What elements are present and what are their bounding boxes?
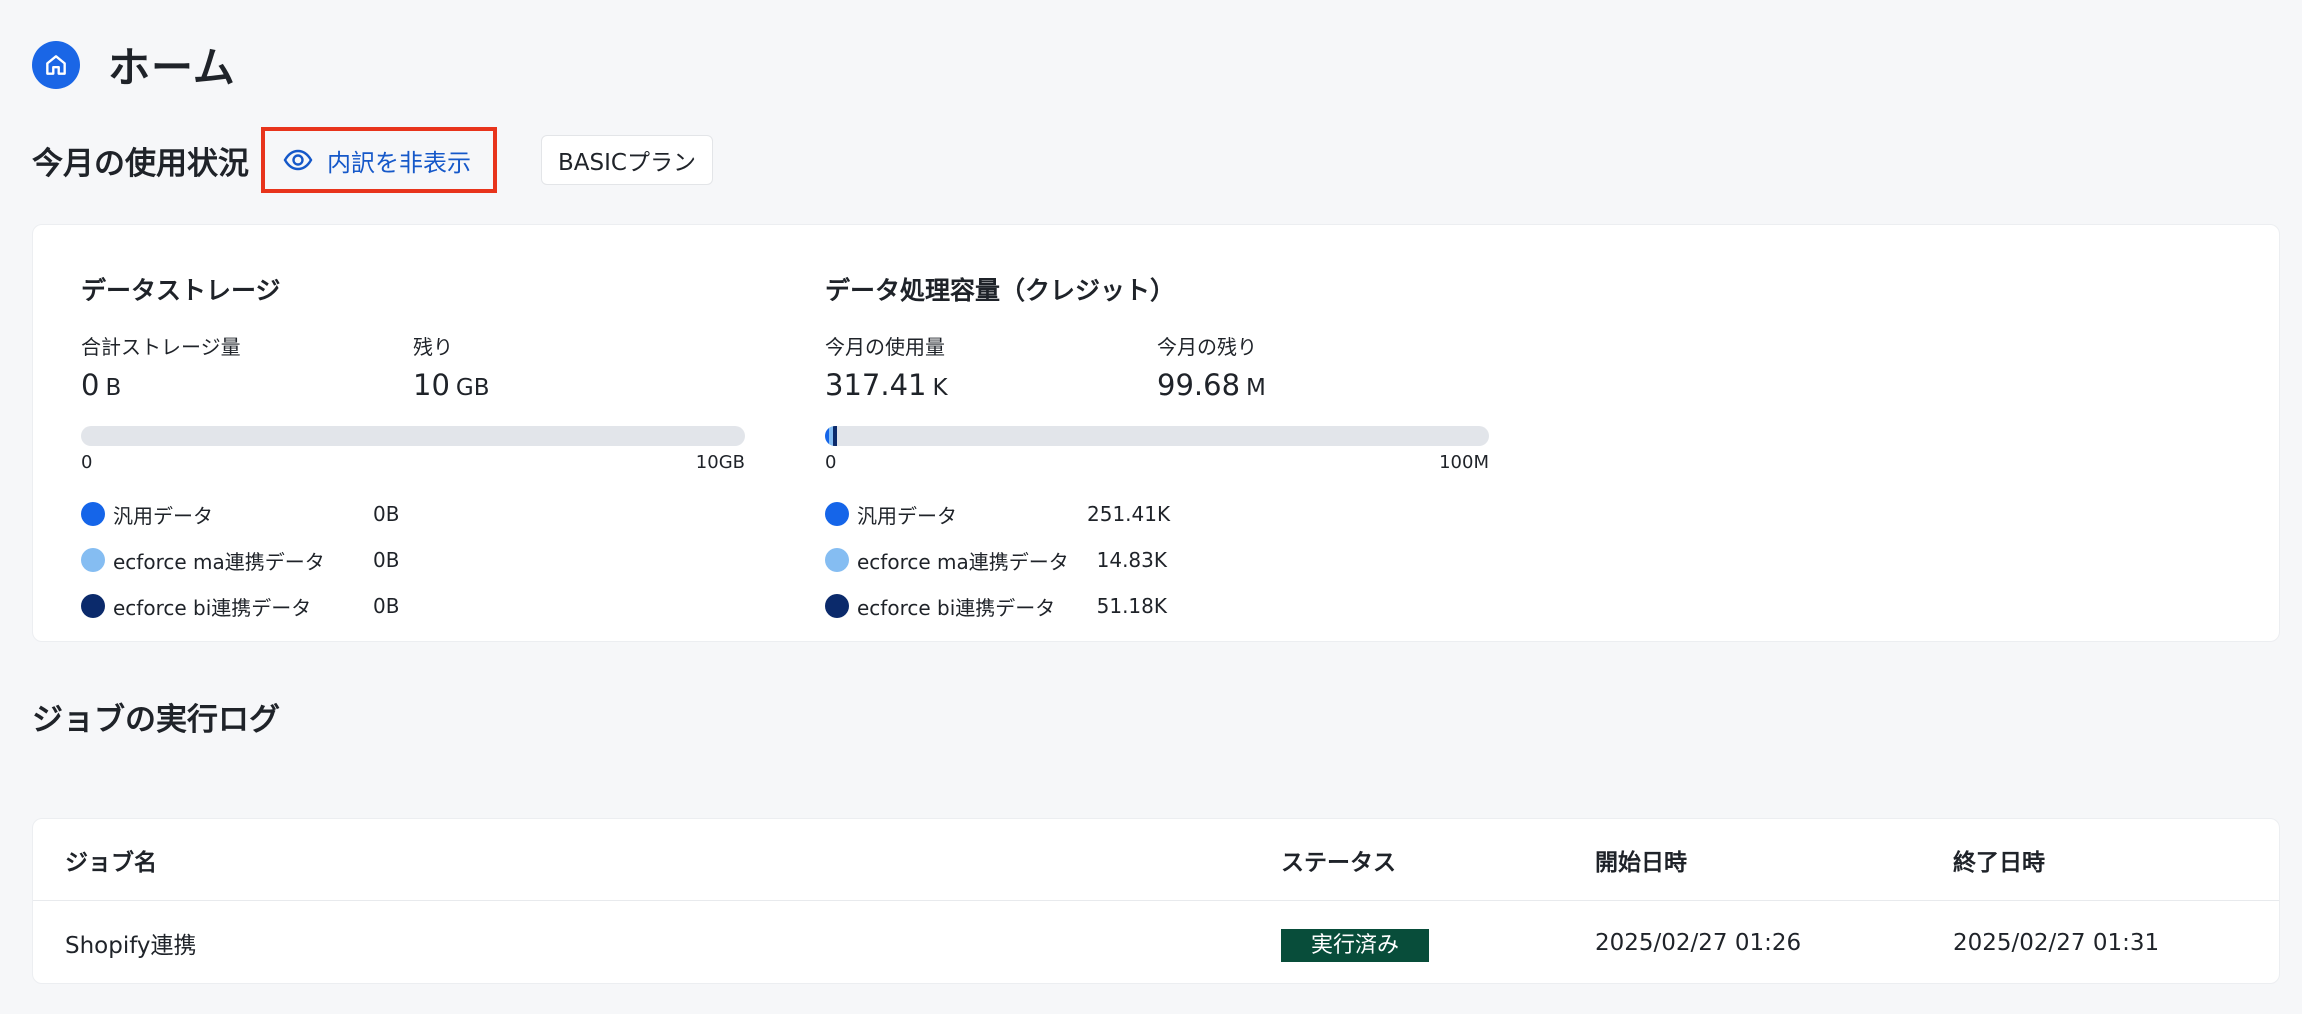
usage-section-title: 今月の使用状況 xyxy=(32,145,249,182)
column-header-end: 終了日時 xyxy=(1953,849,2045,876)
eye-icon xyxy=(283,149,313,171)
ma-data-dot xyxy=(81,548,105,572)
job-name-cell: Shopify連携 xyxy=(65,933,197,959)
storage-scale-min: 0 xyxy=(81,452,93,473)
bi-data-segment xyxy=(833,426,837,446)
ma-data-dot xyxy=(825,548,849,572)
end-time-cell: 2025/02/27 01:31 xyxy=(1953,930,2160,956)
storage-usage-bar xyxy=(81,426,745,446)
credit-usage-bar xyxy=(825,426,1489,446)
start-time-cell: 2025/02/27 01:26 xyxy=(1595,930,1802,956)
column-header-job-name: ジョブ名 xyxy=(65,849,157,876)
bi-data-dot xyxy=(81,594,105,618)
legend-label: 汎用データ xyxy=(113,503,213,528)
column-header-status: ステータス xyxy=(1281,849,1396,876)
credit-metric: データ処理容量（クレジット） 今月の使用量 317.41 K 今月の残り 99.6… xyxy=(825,271,1489,629)
storage-legend: 汎用データ 0B ecforce ma連携データ 0B ecforce bi連携… xyxy=(81,491,745,629)
legend-item: ecforce ma連携データ 14.83K xyxy=(825,537,1489,583)
legend-value: 0B xyxy=(373,548,400,572)
storage-total-value: 0B xyxy=(81,368,122,402)
usage-header: 今月の使用状況 内訳を非表示 BASICプラン xyxy=(32,127,713,193)
credit-used-label: 今月の使用量 xyxy=(825,335,945,359)
table-header: ジョブ名 ステータス 開始日時 終了日時 xyxy=(33,819,2279,901)
credit-remaining-value: 99.68 M xyxy=(1157,368,1266,402)
storage-metric: データストレージ 合計ストレージ量 0B 残り 10 GB 0 10GB 汎用デー… xyxy=(81,271,745,629)
storage-title: データストレージ xyxy=(81,276,281,305)
job-log-table: ジョブ名 ステータス 開始日時 終了日時 Shopify連携 実行済み 2025… xyxy=(32,818,2280,984)
storage-remaining-label: 残り xyxy=(413,335,453,359)
legend-label: ecforce ma連携データ xyxy=(857,549,1069,574)
home-icon xyxy=(32,40,80,89)
legend-value: 51.18K xyxy=(1096,594,1167,618)
legend-label: ecforce bi連携データ xyxy=(113,595,312,620)
legend-label: ecforce bi連携データ xyxy=(857,595,1056,620)
general-data-dot xyxy=(81,502,105,526)
legend-value: 14.83K xyxy=(1096,548,1167,572)
credit-scale-min: 0 xyxy=(825,452,837,473)
bi-data-dot xyxy=(825,594,849,618)
credit-title: データ処理容量（クレジット） xyxy=(825,276,1176,305)
plan-badge: BASICプラン xyxy=(541,135,713,185)
legend-label: ecforce ma連携データ xyxy=(113,549,325,574)
page-header: ホーム xyxy=(32,34,236,95)
credit-legend: 汎用データ 251.41K ecforce ma連携データ 14.83K ecf… xyxy=(825,491,1489,629)
status-badge: 実行済み xyxy=(1281,927,1430,962)
credit-scale-max: 100M xyxy=(1439,452,1489,473)
general-data-dot xyxy=(825,502,849,526)
hide-breakdown-label: 内訳を非表示 xyxy=(327,149,471,177)
legend-value: 251.41K xyxy=(1087,502,1171,526)
legend-value: 0B xyxy=(373,502,400,526)
table-row[interactable]: Shopify連携 実行済み 2025/02/27 01:26 2025/02/… xyxy=(33,902,2279,984)
legend-item: 汎用データ 0B xyxy=(81,491,745,537)
storage-scale-max: 10GB xyxy=(695,452,745,473)
usage-card: データストレージ 合計ストレージ量 0B 残り 10 GB 0 10GB 汎用デー… xyxy=(32,224,2280,642)
legend-item: ecforce bi連携データ 0B xyxy=(81,583,745,629)
credit-remaining-label: 今月の残り xyxy=(1157,335,1257,359)
legend-item: ecforce bi連携データ 51.18K xyxy=(825,583,1489,629)
storage-remaining-value: 10 GB xyxy=(413,368,490,402)
legend-item: ecforce ma連携データ 0B xyxy=(81,537,745,583)
legend-value: 0B xyxy=(373,594,400,618)
column-header-start: 開始日時 xyxy=(1595,849,1687,876)
legend-item: 汎用データ 251.41K xyxy=(825,491,1489,537)
hide-breakdown-button[interactable]: 内訳を非表示 xyxy=(261,127,497,193)
legend-label: 汎用データ xyxy=(857,503,957,528)
credit-used-value: 317.41 K xyxy=(825,368,948,402)
storage-total-label: 合計ストレージ量 xyxy=(81,335,241,359)
page-title: ホーム xyxy=(108,43,236,92)
job-log-title: ジョブの実行ログ xyxy=(32,702,280,738)
